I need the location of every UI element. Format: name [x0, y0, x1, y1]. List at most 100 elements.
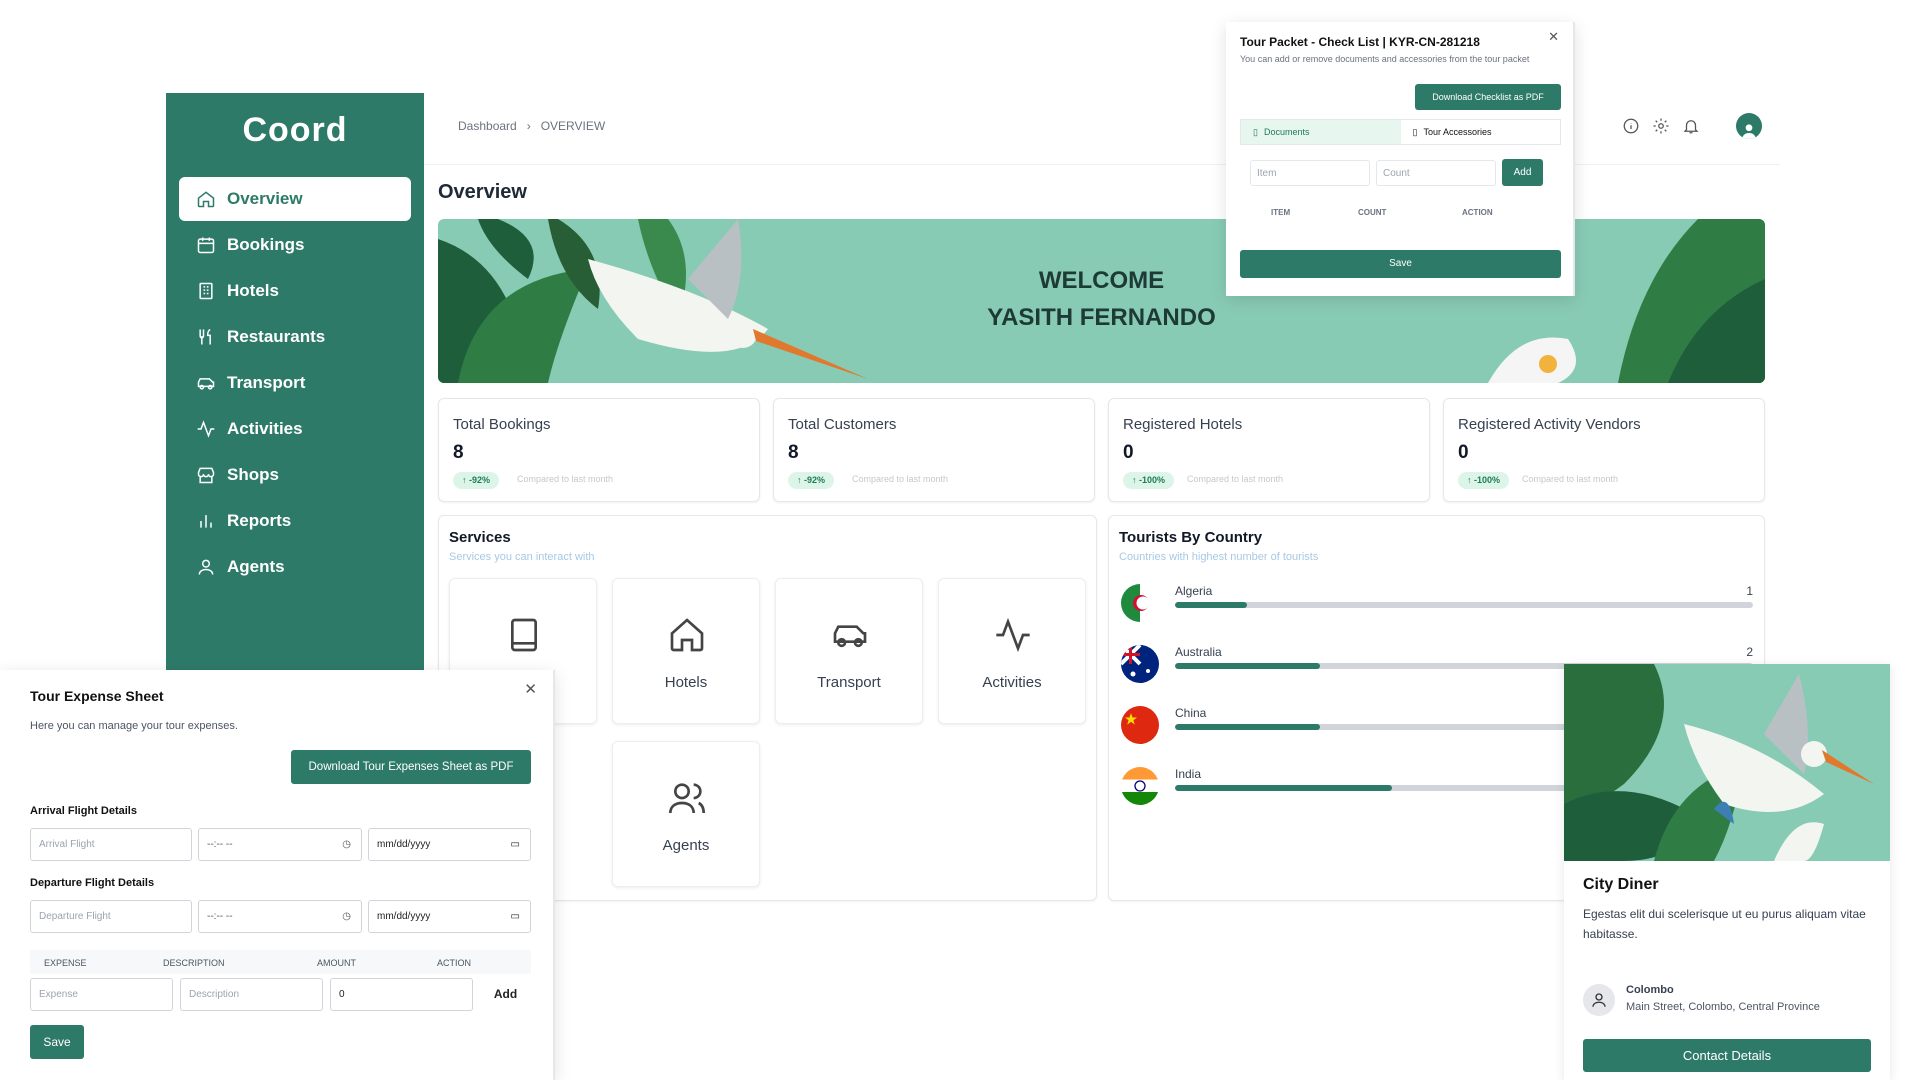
close-icon[interactable]: ✕ [1548, 29, 1559, 45]
close-icon[interactable]: ✕ [524, 680, 537, 698]
stat-card-total-bookings: Total Bookings 8 ↑ -92% Compared to last… [438, 398, 760, 502]
document-icon: ▯ [1253, 126, 1258, 137]
sidebar-item-agents[interactable]: Agents [179, 545, 411, 589]
stat-value: 0 [1458, 442, 1469, 463]
calendar-icon: ▭ [510, 839, 520, 850]
tour-packet-title: Tour Packet - Check List | KYR-CN-281218 [1240, 35, 1480, 49]
add-item-button[interactable]: Add [1502, 159, 1543, 186]
tour-expense-sheet-modal: Tour Expense Sheet Here you can manage y… [0, 670, 555, 1080]
arrival-flight-input[interactable]: Arrival Flight [30, 828, 192, 861]
breadcrumb-separator: › [526, 119, 531, 133]
time-placeholder: --:-- -- [207, 911, 233, 922]
arrival-date-input[interactable]: mm/dd/yyyy ▭ [368, 828, 531, 861]
stat-card-registered-activity-vendors: Registered Activity Vendors 0 ↑ -100% Co… [1443, 398, 1765, 502]
tab-label: Tour Accessories [1423, 127, 1492, 137]
home-icon [197, 191, 215, 208]
service-card-activities[interactable]: Activities [938, 578, 1086, 724]
country-name: China [1175, 706, 1207, 720]
save-checklist-button[interactable]: Save [1240, 250, 1561, 278]
country-bar-fill [1175, 602, 1248, 608]
tab-documents[interactable]: ▯ Documents [1241, 120, 1401, 144]
sidebar-item-label: Transport [227, 373, 306, 392]
sidebar-item-transport[interactable]: Transport [179, 361, 411, 405]
bell-icon[interactable] [1682, 117, 1700, 135]
sidebar-item-bookings[interactable]: Bookings [179, 223, 411, 267]
tab-label: Documents [1263, 127, 1310, 137]
sidebar-item-activities[interactable]: Activities [179, 407, 411, 451]
store-icon [197, 467, 215, 484]
download-checklist-button[interactable]: Download Checklist as PDF [1415, 84, 1561, 110]
expense-input[interactable]: Expense [30, 978, 173, 1011]
book-icon [511, 618, 537, 652]
count-input[interactable]: Count [1376, 160, 1496, 186]
amount-input[interactable]: 0 [330, 978, 473, 1011]
save-expenses-button[interactable]: Save [30, 1025, 84, 1059]
activity-icon [996, 617, 1030, 653]
departure-flight-input[interactable]: Departure Flight [30, 900, 192, 933]
china-flag-icon [1121, 706, 1159, 744]
departure-time-input[interactable]: --:-- -- ◷ [198, 900, 362, 933]
country-bar [1175, 602, 1753, 608]
info-icon[interactable] [1622, 117, 1640, 135]
gear-icon[interactable] [1652, 117, 1670, 135]
tourists-subtitle: Countries with highest number of tourist… [1119, 551, 1319, 563]
column-header-item: ITEM [1271, 208, 1291, 217]
users-icon [669, 783, 705, 814]
stat-note: Compared to last month [517, 474, 614, 484]
stat-title: Total Bookings [453, 416, 551, 433]
sidebar-item-shops[interactable]: Shops [179, 453, 411, 497]
stat-note: Compared to last month [1522, 474, 1619, 484]
sidebar-item-restaurants[interactable]: Restaurants [179, 315, 411, 359]
algeria-flag-icon [1121, 584, 1159, 622]
building-icon [199, 282, 213, 300]
expense-sheet-title: Tour Expense Sheet [30, 688, 164, 704]
service-card-agents[interactable]: Agents [612, 741, 760, 887]
avatar[interactable] [1736, 113, 1762, 139]
tour-packet-modal: Tour Packet - Check List | KYR-CN-281218… [1226, 22, 1575, 296]
banner-user-name: YASITH FERNANDO [987, 304, 1216, 331]
country-count: 2 [1746, 645, 1753, 659]
page-title: Overview [438, 181, 527, 203]
tab-tour-accessories[interactable]: ▯ Tour Accessories [1401, 120, 1561, 144]
sidebar-item-label: Hotels [227, 281, 279, 300]
item-input[interactable]: Item [1250, 160, 1370, 186]
breadcrumb: Dashboard › OVERVIEW [458, 119, 605, 133]
australia-flag-icon [1121, 645, 1159, 683]
download-expenses-button[interactable]: Download Tour Expenses Sheet as PDF [291, 750, 531, 784]
sidebar-item-overview[interactable]: Overview [179, 177, 411, 221]
user-icon [1592, 993, 1606, 1007]
restaurant-description: Egestas elit dui scelerisque ut eu purus… [1583, 907, 1866, 941]
stat-title: Registered Hotels [1123, 416, 1243, 433]
stat-note: Compared to last month [852, 474, 949, 484]
column-header-description: DESCRIPTION [163, 958, 225, 968]
country-name: Australia [1175, 645, 1222, 659]
stat-badge: ↑ -100% [1458, 472, 1510, 489]
clock-icon: ◷ [342, 911, 351, 922]
topbar: Dashboard › OVERVIEW [424, 93, 1780, 165]
header-actions [1622, 113, 1762, 139]
arrival-time-input[interactable]: --:-- -- ◷ [198, 828, 362, 861]
breadcrumb-current: OVERVIEW [540, 119, 606, 133]
country-count: 1 [1746, 584, 1753, 598]
add-expense-button[interactable]: Add [480, 978, 531, 1011]
document-icon: ▯ [1412, 126, 1418, 137]
restaurant-address: Main Street, Colombo, Central Province [1626, 1001, 1820, 1013]
stat-badge: ↑ -92% [453, 472, 500, 489]
date-placeholder: mm/dd/yyyy [377, 839, 431, 850]
arrival-flight-label: Arrival Flight Details [30, 805, 137, 817]
description-input[interactable]: Description [180, 978, 323, 1011]
service-card-hotels[interactable]: Hotels [612, 578, 760, 724]
stat-value: 8 [453, 442, 464, 463]
stat-title: Total Customers [788, 416, 897, 433]
contact-details-button[interactable]: Contact Details [1583, 1039, 1871, 1072]
sidebar-item-hotels[interactable]: Hotels [179, 269, 411, 313]
service-card-transport[interactable]: Transport [775, 578, 923, 724]
sidebar-item-label: Reports [227, 511, 292, 530]
column-header-count: COUNT [1358, 208, 1387, 217]
stat-title: Registered Activity Vendors [1458, 416, 1641, 433]
breadcrumb-dashboard[interactable]: Dashboard [458, 119, 517, 133]
departure-date-input[interactable]: mm/dd/yyyy ▭ [368, 900, 531, 933]
sidebar-item-reports[interactable]: Reports [179, 499, 411, 543]
sidebar-item-label: Activities [227, 419, 303, 438]
tour-packet-subtitle: You can add or remove documents and acce… [1240, 54, 1530, 64]
